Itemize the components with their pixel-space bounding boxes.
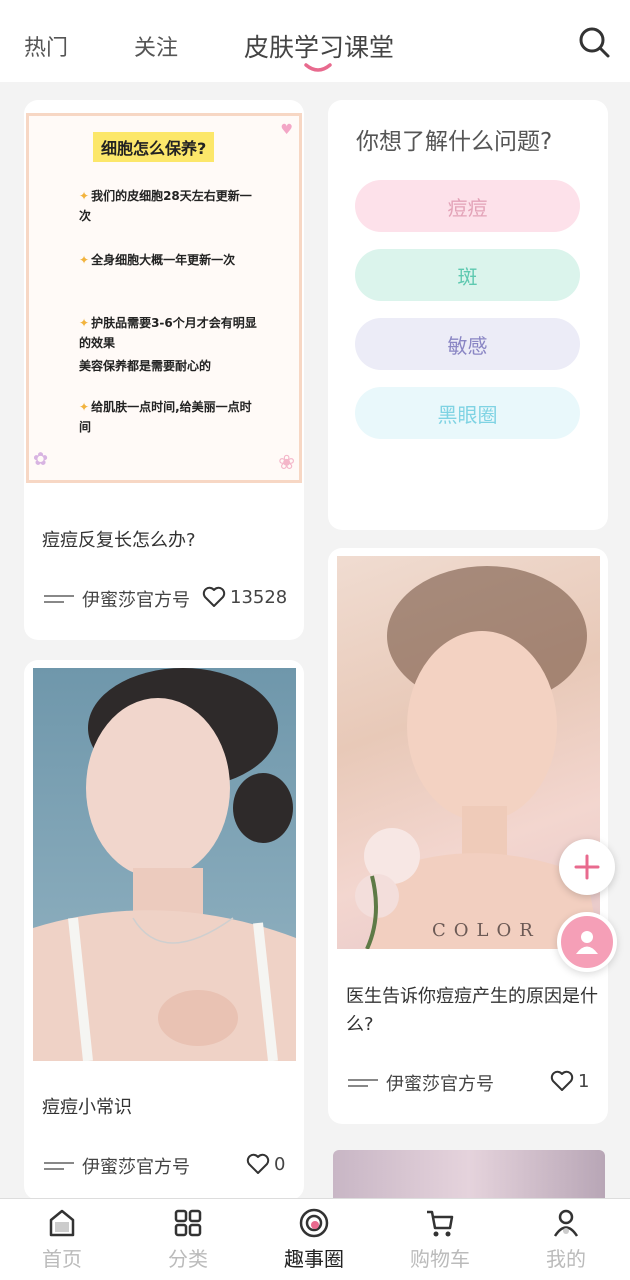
question-panel: 你想了解什么问题? 痘痘 斑 敏感 黑眼圈	[328, 100, 608, 530]
photo-caption: COLOR	[432, 920, 541, 941]
nav-label: 我的	[546, 1247, 586, 1271]
like-button[interactable]: 13528	[202, 586, 287, 608]
grid-icon	[174, 1209, 202, 1237]
home-icon	[49, 1209, 75, 1237]
nav-home[interactable]: 首页	[17, 1207, 107, 1272]
topic-dark-circles-button[interactable]: 黑眼圈	[355, 387, 580, 439]
card-author[interactable]: 伊蜜莎官方号	[44, 1153, 190, 1179]
topic-acne-button[interactable]: 痘痘	[355, 180, 580, 232]
post-photo	[33, 668, 296, 1061]
card-title[interactable]: 医生告诉你痘痘产生的原因是什么?	[346, 983, 600, 1039]
author-logo	[44, 589, 74, 609]
like-count: 0	[274, 1153, 286, 1175]
user-icon	[553, 1209, 579, 1237]
author-name: 伊蜜莎官方号	[82, 1157, 190, 1178]
nav-label: 购物车	[410, 1247, 470, 1271]
card-author[interactable]: 伊蜜莎官方号	[44, 586, 190, 612]
plus-icon	[574, 854, 600, 880]
poster-line: ✦ 全身细胞大概一年更新一次	[79, 253, 236, 267]
nav-label: 首页	[42, 1247, 82, 1271]
heart-icon	[246, 1153, 270, 1174]
poster-line: ✦ 给肌肤一点时间,给美丽一点时间	[79, 400, 252, 434]
nav-cart[interactable]: 购物车	[395, 1207, 485, 1272]
nav-mine[interactable]: 我的	[521, 1207, 611, 1272]
add-post-button[interactable]	[559, 839, 615, 895]
nav-label: 趣事圈	[284, 1247, 344, 1271]
nav-circle[interactable]: 趣事圈	[269, 1207, 359, 1272]
post-photo: COLOR	[337, 556, 600, 949]
card-author[interactable]: 伊蜜莎官方号	[348, 1070, 494, 1096]
heart-decoration-icon: ♥	[280, 122, 293, 138]
like-button[interactable]: 1	[550, 1070, 589, 1092]
poster-line: 美容保养都是需要耐心的	[79, 359, 212, 373]
person-icon	[576, 931, 598, 954]
poster-line: ✦ 护肤品需要3-6个月才会有明显的效果	[79, 316, 257, 350]
topic-sensitive-button[interactable]: 敏感	[355, 318, 580, 370]
nav-category[interactable]: 分类	[143, 1207, 233, 1272]
heart-icon	[550, 1070, 574, 1091]
topic-spots-button[interactable]: 斑	[355, 249, 580, 301]
poster-title: 细胞怎么保养?	[93, 132, 215, 162]
profile-button[interactable]	[557, 912, 617, 972]
search-icon[interactable]	[576, 24, 612, 60]
question-title: 你想了解什么问题?	[356, 129, 553, 155]
nav-label: 分类	[168, 1247, 208, 1271]
poster-line: ✦ 我们的皮细胞28天左右更新一次	[79, 189, 252, 223]
card-title[interactable]: 痘痘反复长怎么办?	[42, 527, 292, 555]
cart-icon	[427, 1210, 454, 1237]
like-button[interactable]: 0	[246, 1153, 285, 1175]
author-name: 伊蜜莎官方号	[386, 1074, 494, 1095]
author-logo	[44, 1156, 74, 1176]
bottom-navigation: 首页 分类 趣事圈 购物车 我的	[0, 1198, 630, 1280]
poster-image: 细胞怎么保养? ✦ 我们的皮细胞28天左右更新一次 ✦ 全身细胞大概一年更新一次 ✦…	[26, 113, 302, 483]
like-count: 13528	[230, 586, 288, 608]
tab-follow[interactable]: 关注	[134, 30, 178, 62]
author-logo	[348, 1073, 378, 1093]
card-title[interactable]: 痘痘小常识	[42, 1094, 292, 1122]
gift-decoration-icon: ✿	[33, 449, 49, 470]
tab-skin-class[interactable]: 皮肤学习课堂	[244, 28, 394, 64]
heart-icon	[202, 586, 226, 607]
author-name: 伊蜜莎官方号	[82, 590, 190, 611]
post-photo	[333, 1150, 605, 1198]
tab-hot[interactable]: 热门	[24, 30, 68, 62]
like-count: 1	[578, 1070, 590, 1092]
circle-icon	[299, 1208, 329, 1238]
bunny-decoration-icon: ❀	[278, 450, 295, 474]
active-tab-indicator	[304, 63, 332, 72]
top-bar: 热门 关注 皮肤学习课堂	[0, 0, 630, 82]
